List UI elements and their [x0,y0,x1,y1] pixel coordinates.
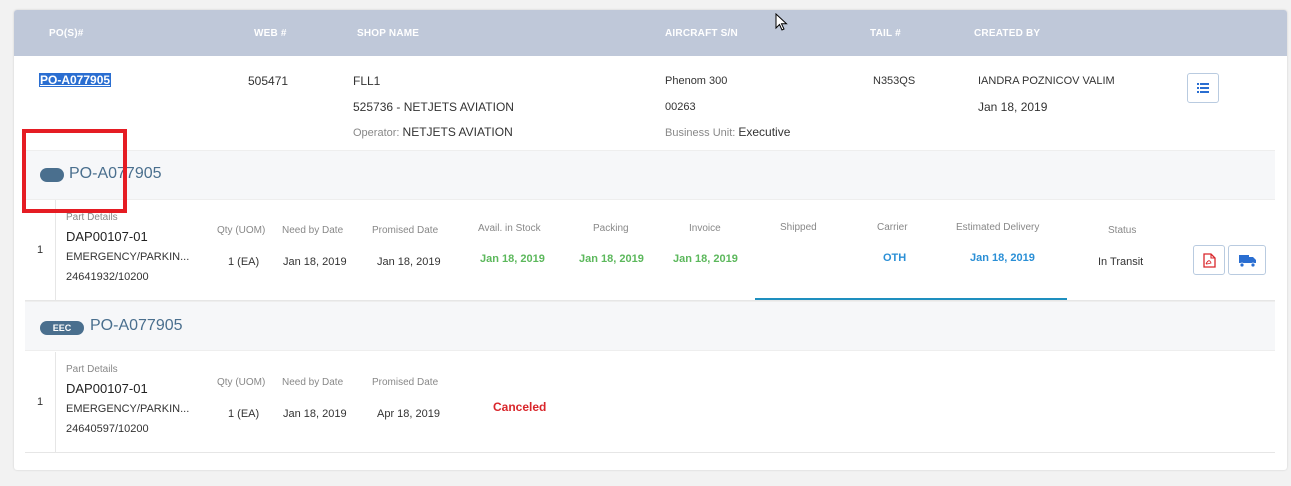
po-section-1-header: PO-A077905 [25,150,1275,200]
part-details-label: Part Details [66,364,118,375]
aircraft-sn: 00263 [665,101,696,113]
table-header: PO(S)# WEB # SHOP NAME AIRCRAFT S/N TAIL… [14,10,1287,56]
part-description: EMERGENCY/PARKIN... [66,251,190,263]
po-card: PO(S)# WEB # SHOP NAME AIRCRAFT S/N TAIL… [14,10,1287,470]
stock-label: Avail. in Stock [478,223,541,234]
col-header-pos[interactable]: PO(S)# [49,28,84,39]
col-header-created[interactable]: CREATED BY [974,28,1040,39]
carrier-label: Carrier [877,222,908,233]
created-by: IANDRA POZNICOV VALIM [978,75,1115,87]
operator-value: NETJETS AVIATION [402,125,513,139]
status-canceled: Canceled [493,400,547,414]
aircraft-model: Phenom 300 [665,75,728,87]
bu-value: Executive [738,125,791,139]
promised-value: Jan 18, 2019 [377,256,441,268]
operator: Operator: NETJETS AVIATION [353,125,513,139]
row-number: 1 [37,244,44,256]
row-number-cell: 1 [25,352,56,452]
packing-label: Packing [593,223,629,234]
mouse-cursor-icon [775,13,788,31]
invoice-label: Invoice [689,223,721,234]
part-reference: 24641932/10200 [66,271,149,283]
status-label: Status [1108,225,1137,236]
part-details-label: Part Details [66,212,118,223]
tail-number: N353QS [873,75,916,87]
truck-icon [1239,255,1256,268]
po-section-2-header: EEC PO-A077905 [25,301,1275,351]
col-header-aircraft[interactable]: AIRCRAFT S/N [665,28,738,39]
pdf-icon [1203,253,1216,268]
need-by-value: Jan 18, 2019 [283,256,347,268]
row-number: 1 [37,396,44,408]
business-unit: Business Unit: Executive [665,125,790,139]
web-number: 505471 [248,74,289,88]
need-by-label: Need by Date [282,377,344,388]
section-badge: EEC [40,321,84,335]
details-list-button[interactable] [1187,73,1219,103]
row-number-cell: 1 [25,200,56,300]
col-header-tail[interactable]: TAIL # [870,28,901,39]
part-number: DAP00107-01 [66,229,148,244]
bu-label: Business Unit: [665,127,736,139]
pdf-button[interactable] [1193,245,1225,275]
promised-label: Promised Date [372,377,439,388]
carrier-value: OTH [883,252,907,264]
part-description: EMERGENCY/PARKIN... [66,403,190,415]
estimated-delivery-value: Jan 18, 2019 [970,252,1035,264]
need-by-label: Need by Date [282,225,344,236]
shipment-progress-line [755,298,1067,300]
shop-code: FLL1 [353,74,381,88]
section-po-title: PO-A077905 [90,317,183,334]
table-row: 1 Part Details DAP00107-01 EMERGENCY/PAR… [25,200,1275,301]
table-row: 1 Part Details DAP00107-01 EMERGENCY/PAR… [25,352,1275,453]
col-header-web[interactable]: WEB # [254,28,287,39]
track-shipment-button[interactable] [1228,245,1266,275]
need-by-value: Jan 18, 2019 [283,408,347,420]
packing-value: Jan 18, 2019 [579,253,644,265]
shipped-label: Shipped [780,222,817,233]
po-number-link[interactable]: PO-A077905 [39,73,112,87]
qty-label: Qty (UOM) [217,225,266,236]
estimated-delivery-label: Estimated Delivery [956,222,1040,233]
part-number: DAP00107-01 [66,381,148,396]
qty-label: Qty (UOM) [217,377,266,388]
qty-value: 1 (EA) [228,408,260,420]
promised-value: Apr 18, 2019 [377,408,440,420]
invoice-value: Jan 18, 2019 [673,253,738,265]
stock-value: Jan 18, 2019 [480,253,545,265]
created-date: Jan 18, 2019 [978,100,1048,114]
col-header-shop[interactable]: SHOP NAME [357,28,419,39]
status-value: In Transit [1098,256,1144,268]
qty-value: 1 (EA) [228,256,260,268]
operator-label: Operator: [353,127,400,139]
highlight-annotation-box [22,129,127,213]
promised-label: Promised Date [372,225,439,236]
shop-name: 525736 - NETJETS AVIATION [353,100,514,114]
list-icon [1197,83,1209,93]
part-reference: 24640597/10200 [66,423,149,435]
